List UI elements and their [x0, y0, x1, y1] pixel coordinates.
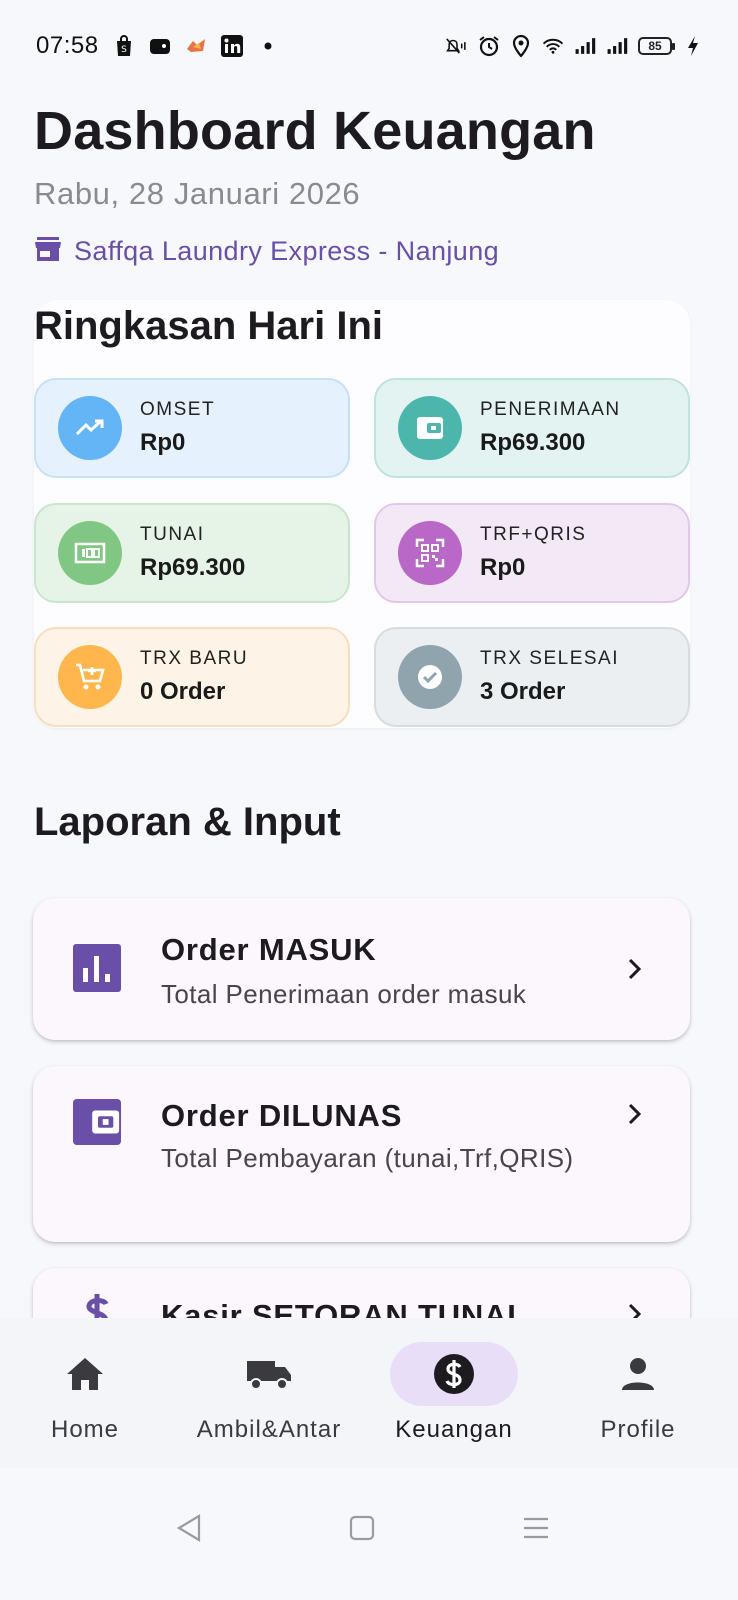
status-time: 07:58	[36, 32, 99, 59]
trending-up-icon	[58, 396, 122, 460]
nav-label: Profile	[600, 1416, 676, 1443]
store-icon	[34, 236, 62, 267]
back-icon[interactable]	[170, 1508, 210, 1548]
chevron-right-icon	[628, 1103, 642, 1125]
person-icon	[574, 1342, 702, 1406]
cash-icon	[58, 521, 122, 585]
stat-card-penerimaan[interactable]: PENERIMAAN Rp69.300	[374, 378, 690, 478]
summary-panel: Ringkasan Hari Ini OMSET Rp0 PENERIMAAN …	[34, 300, 690, 728]
stat-card-omset[interactable]: OMSET Rp0	[34, 378, 350, 478]
wallet-icon	[398, 396, 462, 460]
stat-label: TUNAI	[140, 524, 205, 545]
home-square-icon[interactable]	[342, 1508, 382, 1548]
stat-card-trx-baru[interactable]: TRX BARU 0 Order	[34, 627, 350, 727]
charging-icon	[682, 35, 704, 57]
menu-subtitle: Total Penerimaan order masuk	[161, 979, 527, 1009]
page-date: Rabu, 28 Januari 2026	[34, 176, 361, 211]
nav-home[interactable]: Home	[0, 1342, 177, 1444]
stat-label: TRX BARU	[140, 648, 249, 669]
nav-profile[interactable]: Profile	[546, 1342, 730, 1444]
game-icon	[185, 35, 207, 57]
stat-value: 0 Order	[140, 678, 226, 705]
location-icon	[510, 35, 532, 57]
battery-level: 85	[648, 39, 662, 53]
nav-keuangan[interactable]: Keuangan	[362, 1342, 546, 1444]
wifi-icon	[542, 35, 564, 57]
menu-order-dilunas[interactable]: Order DILUNAS Total Pembayaran (tunai,Tr…	[33, 1066, 690, 1242]
store-name: Saffqa Laundry Express - Nanjung	[74, 236, 500, 266]
stat-label: OMSET	[140, 399, 216, 420]
menu-title: Order DILUNAS	[161, 1098, 403, 1133]
bottom-navigation: Home Ambil&Antar Keuangan Profile	[0, 1318, 738, 1468]
signal-icon	[574, 35, 596, 57]
stat-value: Rp0	[140, 429, 186, 456]
signal-icon	[606, 35, 628, 57]
svg-text:S: S	[121, 45, 127, 55]
menu-order-masuk[interactable]: Order MASUK Total Penerimaan order masuk	[33, 898, 690, 1040]
system-navigation-bar	[0, 1468, 738, 1600]
shopee-bag-icon: S	[113, 35, 135, 57]
summary-title: Ringkasan Hari Ini	[34, 304, 383, 348]
nav-ambil-antar[interactable]: Ambil&Antar	[177, 1342, 361, 1444]
nav-label: Keuangan	[395, 1416, 513, 1443]
stat-value: Rp0	[480, 554, 526, 581]
qr-code-icon	[398, 521, 462, 585]
battery-icon: 85	[638, 37, 675, 55]
mute-icon	[446, 35, 468, 57]
chevron-right-icon	[628, 958, 642, 980]
cart-add-icon	[58, 645, 122, 709]
wallet-icon	[73, 1098, 121, 1146]
stat-card-tunai[interactable]: TUNAI Rp69.300	[34, 503, 350, 603]
stat-value: Rp69.300	[480, 429, 586, 456]
stat-value: Rp69.300	[140, 554, 246, 581]
stat-card-trf-qris[interactable]: TRF+QRIS Rp0	[374, 503, 690, 603]
stat-card-trx-selesai[interactable]: TRX SELESAI 3 Order	[374, 627, 690, 727]
truck-icon	[205, 1342, 333, 1406]
menu-subtitle: Total Pembayaran (tunai,Trf,QRIS)	[161, 1143, 574, 1173]
store-selector[interactable]: Saffqa Laundry Express - Nanjung	[34, 236, 499, 267]
menu-title: Order MASUK	[161, 932, 377, 967]
home-icon	[21, 1342, 149, 1406]
wallet-app-icon	[149, 35, 171, 57]
bar-chart-icon	[73, 944, 121, 992]
stat-label: PENERIMAAN	[480, 399, 621, 420]
check-circle-icon	[398, 645, 462, 709]
nav-label: Ambil&Antar	[196, 1416, 342, 1443]
linkedin-icon	[220, 35, 243, 57]
alarm-icon	[478, 35, 500, 57]
nav-label: Home	[50, 1416, 120, 1443]
dollar-circle-icon	[390, 1342, 518, 1406]
reports-section-title: Laporan & Input	[34, 800, 341, 844]
page-title: Dashboard Keuangan	[34, 101, 596, 161]
dot-icon	[257, 35, 279, 57]
status-bar: 07:58 S 85	[0, 0, 738, 92]
recents-menu-icon[interactable]	[516, 1508, 556, 1548]
stat-value: 3 Order	[480, 678, 566, 705]
stat-label: TRF+QRIS	[480, 524, 587, 545]
stat-label: TRX SELESAI	[480, 648, 619, 669]
